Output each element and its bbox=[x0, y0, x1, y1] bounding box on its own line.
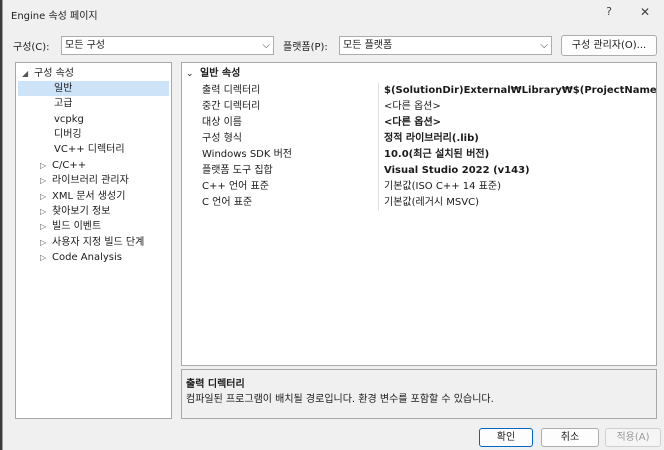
property-name: 중간 디렉터리 bbox=[202, 101, 261, 112]
tree-item-label: 디버깅 bbox=[54, 129, 82, 140]
tree-item-label: 사용자 지정 빌드 단계 bbox=[52, 237, 145, 248]
property-value[interactable]: 정적 라이브러리(.lib) bbox=[384, 131, 479, 147]
cancel-button[interactable]: 취소 bbox=[541, 428, 599, 447]
property-value[interactable]: Visual Studio 2022 (v143) bbox=[384, 163, 530, 179]
tree-item-config-properties[interactable]: ◢ 구성 속성 bbox=[22, 66, 74, 81]
property-name: 출력 디렉터리 bbox=[202, 85, 261, 96]
grid-row-platform-toolset[interactable]: 플랫폼 도구 집합 Visual Studio 2022 (v143) bbox=[182, 163, 656, 179]
property-value[interactable]: <다른 옵션> bbox=[384, 99, 441, 115]
property-name: C++ 언어 표준 bbox=[202, 181, 269, 192]
chevron-down-icon[interactable]: ⌄ bbox=[186, 66, 200, 82]
close-icon[interactable]: ✕ bbox=[637, 5, 653, 23]
grid-category-general[interactable]: ⌄ 일반 속성 bbox=[186, 66, 240, 82]
apply-button[interactable]: 적용(A) bbox=[605, 428, 661, 447]
tree-item-general[interactable]: 일반 bbox=[18, 81, 169, 96]
configuration-dropdown[interactable]: 모든 구성 ⌵ bbox=[61, 36, 274, 55]
grid-row-intermediate-directory[interactable]: 중간 디렉터리 <다른 옵션> bbox=[182, 99, 656, 115]
tree-item-custom-build-step[interactable]: ▷ 사용자 지정 빌드 단계 bbox=[40, 235, 144, 250]
configuration-label: 구성(C): bbox=[13, 42, 50, 53]
grid-row-c-language-standard[interactable]: C 언어 표준 기본값(레거시 MSVC) bbox=[182, 195, 656, 211]
tree-item-label: 일반 bbox=[54, 83, 73, 94]
description-text: 컴파일된 프로그램이 배치될 경로입니다. 환경 변수를 포함할 수 있습니다. bbox=[186, 394, 494, 405]
property-name: 플랫폼 도구 집합 bbox=[202, 165, 273, 176]
tree-item-label: XML 문서 생성기 bbox=[52, 191, 126, 202]
grid-row-windows-sdk-version[interactable]: Windows SDK 버전 10.0(최근 설치된 버전) bbox=[182, 147, 656, 163]
tree-item-browse-info[interactable]: ▷ 찾아보기 정보 bbox=[40, 204, 110, 219]
property-name: 구성 형식 bbox=[202, 133, 242, 144]
tree-item-debugging[interactable]: 디버깅 bbox=[54, 127, 82, 142]
tree-item-librarian[interactable]: ▷ 라이브러리 관리자 bbox=[40, 173, 129, 188]
expand-triangle-icon[interactable]: ▷ bbox=[40, 219, 52, 234]
property-tree: ◢ 구성 속성 일반 고급 vcpkg 디버깅 VC++ 디렉터리 ▷ C/C++ … bbox=[15, 62, 172, 419]
property-name: C 언어 표준 bbox=[202, 197, 253, 208]
tree-item-label: 라이브러리 관리자 bbox=[52, 175, 129, 186]
tree-item-c-cpp[interactable]: ▷ C/C++ bbox=[40, 158, 86, 173]
platform-label: 플랫폼(P): bbox=[283, 42, 328, 53]
description-title: 출력 디렉터리 bbox=[186, 379, 245, 390]
tree-item-label: Code Analysis bbox=[52, 252, 122, 263]
tree-item-label: vcpkg bbox=[54, 114, 84, 125]
expand-triangle-icon[interactable]: ▷ bbox=[40, 189, 52, 204]
tree-item-code-analysis[interactable]: ▷ Code Analysis bbox=[40, 250, 122, 265]
tree-item-vcpkg[interactable]: vcpkg bbox=[54, 112, 84, 127]
tree-item-vc-directories[interactable]: VC++ 디렉터리 bbox=[54, 142, 125, 157]
expand-triangle-icon[interactable]: ▷ bbox=[40, 173, 52, 188]
property-grid: ⌄ 일반 속성 출력 디렉터리 $(SolutionDir)External₩Li… bbox=[181, 62, 657, 366]
expand-triangle-icon[interactable]: ▷ bbox=[40, 204, 52, 219]
grid-row-output-directory[interactable]: 출력 디렉터리 $(SolutionDir)External₩Library₩$… bbox=[182, 83, 656, 99]
grid-category-label: 일반 속성 bbox=[200, 68, 241, 79]
property-name: 대상 이름 bbox=[202, 117, 242, 128]
expand-triangle-icon[interactable]: ▷ bbox=[40, 235, 52, 250]
description-panel: 출력 디렉터리 컴파일된 프로그램이 배치될 경로입니다. 환경 변수를 포함할… bbox=[181, 369, 657, 419]
property-value[interactable]: 10.0(최근 설치된 버전) bbox=[384, 147, 489, 163]
platform-value: 모든 플랫폼 bbox=[343, 40, 393, 51]
tree-item-label: 구성 속성 bbox=[34, 68, 74, 79]
tree-item-advanced[interactable]: 고급 bbox=[54, 96, 72, 111]
property-value[interactable]: 기본값(레거시 MSVC) bbox=[384, 195, 479, 211]
platform-dropdown[interactable]: 모든 플랫폼 ⌵ bbox=[339, 36, 552, 55]
chevron-down-icon: ⌵ bbox=[540, 40, 548, 51]
expand-triangle-icon[interactable]: ▷ bbox=[40, 158, 52, 173]
tree-item-xml-doc-generator[interactable]: ▷ XML 문서 생성기 bbox=[40, 189, 125, 204]
property-pages-dialog: Engine 속성 페이지 ? ✕ 구성(C): 모든 구성 ⌵ 플랫폼(P):… bbox=[2, 0, 664, 450]
tree-item-label: 고급 bbox=[54, 98, 73, 109]
ok-button[interactable]: 확인 bbox=[479, 428, 533, 447]
tree-item-label: 빌드 이벤트 bbox=[52, 221, 102, 232]
property-name: Windows SDK 버전 bbox=[202, 149, 293, 160]
configuration-value: 모든 구성 bbox=[65, 40, 105, 51]
tree-item-label: 찾아보기 정보 bbox=[52, 206, 111, 217]
help-icon[interactable]: ? bbox=[601, 5, 617, 23]
chevron-down-icon: ⌵ bbox=[262, 40, 270, 51]
tree-item-build-events[interactable]: ▷ 빌드 이벤트 bbox=[40, 219, 101, 234]
property-value[interactable]: <다른 옵션> bbox=[384, 115, 441, 131]
tree-item-label: C/C++ bbox=[52, 160, 87, 171]
configuration-manager-button[interactable]: 구성 관리자(O)... bbox=[561, 35, 657, 56]
title-bar: Engine 속성 페이지 ? ✕ bbox=[3, 0, 664, 30]
collapse-triangle-icon[interactable]: ◢ bbox=[22, 66, 34, 81]
property-value[interactable]: $(SolutionDir)External₩Library₩$(Project… bbox=[384, 83, 656, 99]
grid-row-cpp-language-standard[interactable]: C++ 언어 표준 기본값(ISO C++ 14 표준) bbox=[182, 179, 656, 195]
expand-triangle-icon[interactable]: ▷ bbox=[40, 250, 52, 265]
property-value[interactable]: 기본값(ISO C++ 14 표준) bbox=[384, 179, 501, 195]
grid-row-configuration-type[interactable]: 구성 형식 정적 라이브러리(.lib) bbox=[182, 131, 656, 147]
grid-row-target-name[interactable]: 대상 이름 <다른 옵션> bbox=[182, 115, 656, 131]
tree-item-label: VC++ 디렉터리 bbox=[54, 144, 125, 155]
window-title: Engine 속성 페이지 bbox=[11, 11, 98, 22]
